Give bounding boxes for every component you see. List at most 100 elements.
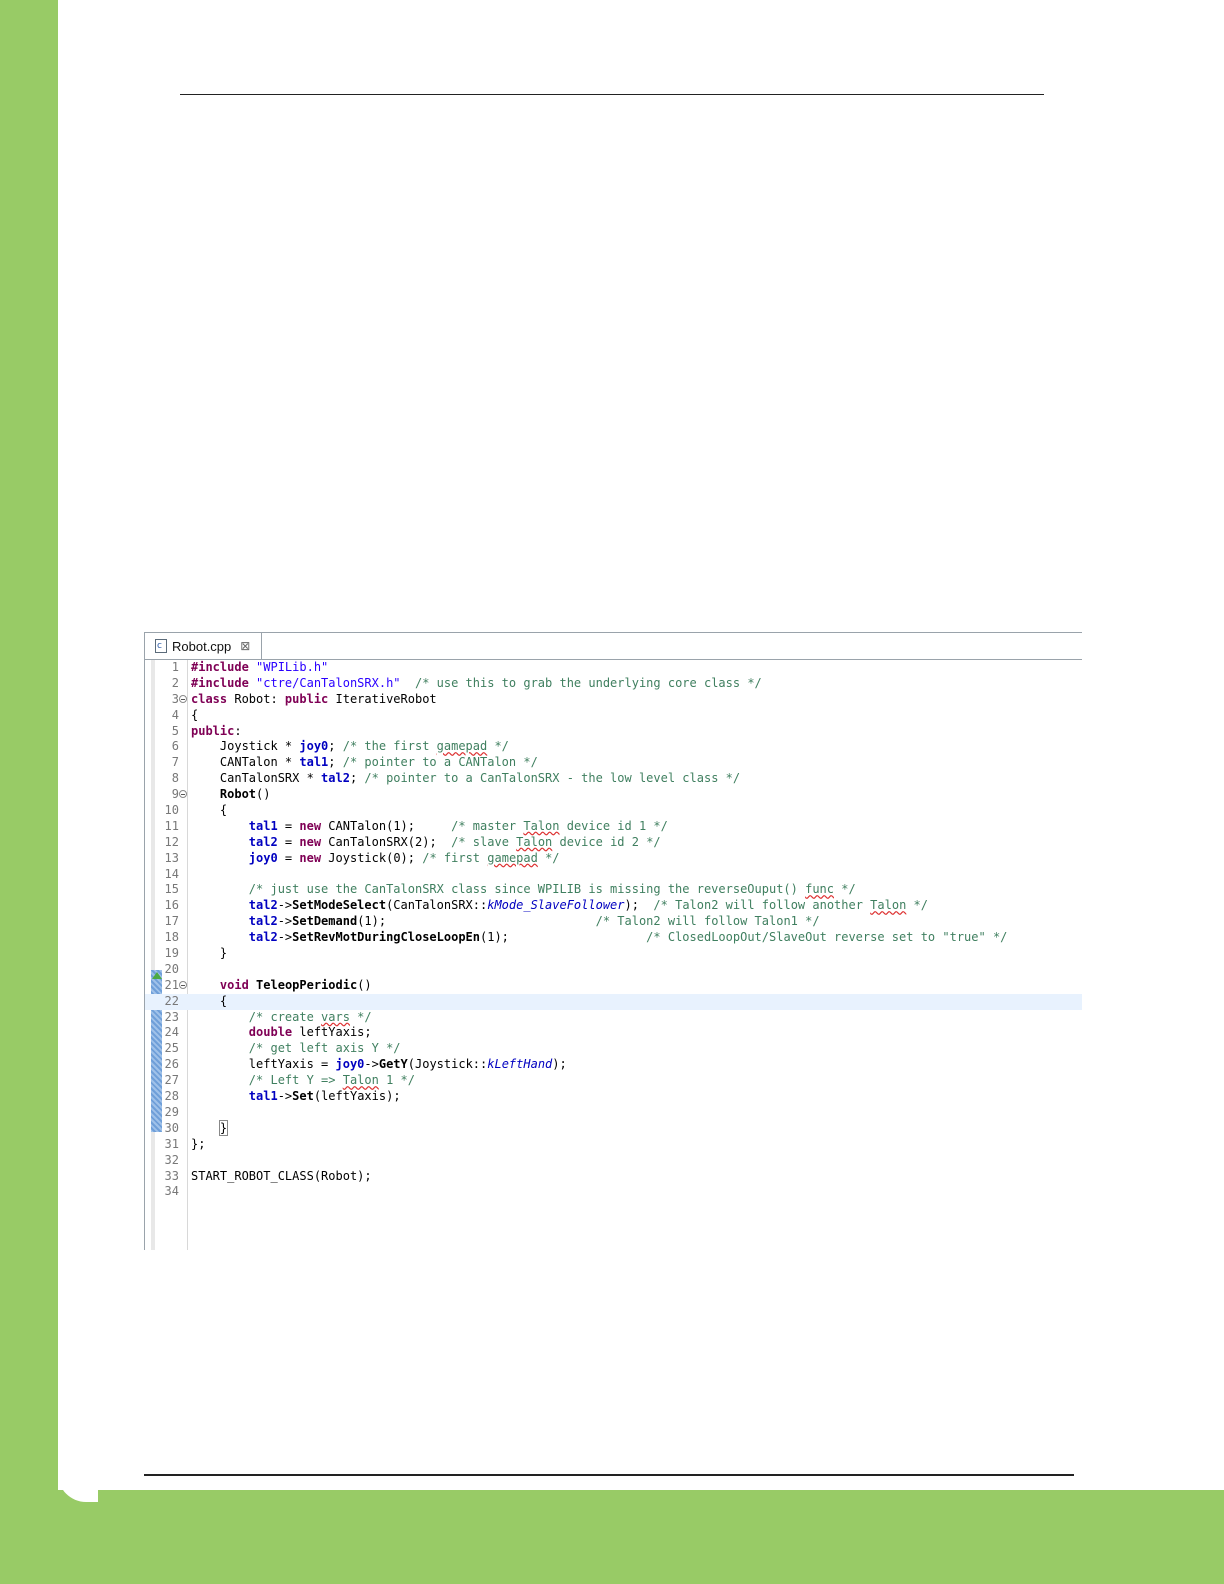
code-line[interactable]: 18 tal2->SetRevMotDuringCloseLoopEn(1); … <box>145 930 1082 946</box>
code-line[interactable]: 20 <box>145 962 1082 978</box>
code-line[interactable]: 26 leftYaxis = joy0->GetY(Joystick::kLef… <box>145 1057 1082 1073</box>
code-token: new <box>299 850 322 865</box>
code-text: CanTalonSRX * tal2; /* pointer to a CanT… <box>191 771 740 787</box>
code-text-area[interactable]: 1 #include "WPILib.h" 2 #include "ctre/CanT… <box>145 660 1082 1200</box>
code-line[interactable]: 29 <box>145 1105 1082 1121</box>
code-token: /* slave <box>451 834 517 849</box>
code-token: ; <box>328 755 343 770</box>
code-token: /* create <box>248 1009 322 1024</box>
line-number: 28 <box>164 1089 179 1104</box>
code-token: { <box>191 993 228 1008</box>
line-number: 6 <box>171 739 179 754</box>
line-number: 34 <box>164 1184 179 1199</box>
fold-collapse-icon[interactable] <box>179 980 187 989</box>
line-number: 31 <box>164 1136 179 1151</box>
code-token: */ <box>834 882 856 897</box>
code-text: /* Left Y => Talon 1 */ <box>191 1073 415 1089</box>
code-line[interactable]: 1 #include "WPILib.h" <box>145 660 1082 676</box>
code-token: #include <box>191 660 249 674</box>
code-token: Talon <box>342 1073 379 1088</box>
line-number: 9 <box>171 787 179 802</box>
code-token: IterativeRobot <box>328 691 437 706</box>
code-token: new <box>299 834 322 849</box>
tab-robot-cpp[interactable]: c Robot.cpp ⊠ <box>147 633 262 659</box>
code-line[interactable]: 5 public: <box>145 724 1082 740</box>
code-text: /* create vars */ <box>191 1010 372 1026</box>
code-token: CanTalonSRX(2); <box>321 834 452 849</box>
code-token: /* Left Y => <box>248 1073 343 1088</box>
code-token: tal2 <box>248 898 278 913</box>
code-text: tal1->Set(leftYaxis); <box>191 1089 401 1105</box>
code-line[interactable]: 15 /* just use the CanTalonSRX class sin… <box>145 882 1082 898</box>
code-token: double <box>248 1025 293 1040</box>
code-token: tal2 <box>248 914 278 929</box>
close-icon[interactable]: ⊠ <box>240 639 250 653</box>
code-line[interactable]: 12 tal2 = new CanTalonSRX(2); /* slave T… <box>145 835 1082 851</box>
code-token: /* pointer to a CanTalonSRX - the low le… <box>364 771 741 786</box>
fold-collapse-icon[interactable] <box>179 790 187 799</box>
code-line[interactable]: 22 { <box>145 993 1082 1010</box>
code-line[interactable]: 7 CANTalon * tal1; /* pointer to a CANTa… <box>145 755 1082 771</box>
footer-rule <box>144 1474 1074 1476</box>
code-line[interactable]: 2 #include "ctre/CanTalonSRX.h" /* use th… <box>145 676 1082 692</box>
code-text: Robot() <box>191 787 271 803</box>
code-text: double leftYaxis; <box>191 1025 372 1041</box>
code-text: tal2->SetRevMotDuringCloseLoopEn(1); /* … <box>191 930 1008 946</box>
code-line[interactable]: 25 /* get left axis Y */ <box>145 1041 1082 1057</box>
code-token: /* just use the CanTalonSRX class since … <box>248 882 806 897</box>
fold-collapse-icon[interactable] <box>179 694 187 703</box>
code-line[interactable]: 21 void TeleopPeriodic() <box>145 978 1082 994</box>
code-line[interactable]: 10 { <box>145 803 1082 819</box>
code-token: /* ClosedLoopOut/SlaveOut reverse set to… <box>646 930 1008 945</box>
code-line[interactable]: 17 tal2->SetDemand(1); /* Talon2 will fo… <box>145 914 1082 930</box>
code-token: tal2 <box>321 771 350 786</box>
line-number: 8 <box>171 771 179 786</box>
code-token: (Joystick:: <box>407 1057 488 1072</box>
code-line[interactable]: 30 } <box>145 1119 1082 1137</box>
code-line[interactable]: 27 /* Left Y => Talon 1 */ <box>145 1073 1082 1089</box>
code-token: func <box>805 882 834 897</box>
line-number: 13 <box>164 850 179 865</box>
code-line[interactable]: 14 <box>145 867 1082 883</box>
code-text: #include "ctre/CanTalonSRX.h" /* use thi… <box>191 676 762 692</box>
code-line[interactable]: 24 double leftYaxis; <box>145 1025 1082 1041</box>
code-line[interactable]: 32 <box>145 1153 1082 1169</box>
code-line[interactable]: 11 tal1 = new CANTalon(1); /* master Tal… <box>145 819 1082 835</box>
code-token: tal1 <box>248 1089 278 1104</box>
code-token: = <box>277 850 300 865</box>
code-line[interactable]: 28 tal1->Set(leftYaxis); <box>145 1089 1082 1105</box>
code-line[interactable]: 13 joy0 = new Joystick(0); /* first game… <box>145 851 1082 867</box>
code-token: (leftYaxis); <box>313 1089 401 1104</box>
code-line[interactable]: 6 Joystick * joy0; /* the first gamepad … <box>145 739 1082 755</box>
code-text: START_ROBOT_CLASS(Robot); <box>191 1169 372 1185</box>
code-line[interactable]: 8 CanTalonSRX * tal2; /* pointer to a Ca… <box>145 771 1082 787</box>
code-line[interactable]: 33 START_ROBOT_CLASS(Robot); <box>145 1169 1082 1185</box>
code-token: () <box>357 977 372 992</box>
code-line[interactable]: 19 } <box>145 946 1082 962</box>
code-token: = <box>277 834 300 849</box>
line-number: 12 <box>164 834 179 849</box>
code-token: /* get left axis Y */ <box>248 1041 401 1056</box>
line-number: 29 <box>164 1104 179 1119</box>
code-line[interactable]: 3 class Robot: public IterativeRobot <box>145 692 1082 708</box>
code-token: ); <box>552 1057 567 1072</box>
code-line[interactable]: 31}; <box>145 1137 1082 1153</box>
line-number: 26 <box>164 1057 179 1072</box>
code-line[interactable]: 9 Robot() <box>145 787 1082 803</box>
code-line[interactable]: 16 tal2->SetModeSelect(CanTalonSRX::kMod… <box>145 898 1082 914</box>
code-line[interactable]: 34 <box>145 1184 1082 1200</box>
line-number: 27 <box>164 1073 179 1088</box>
code-line[interactable]: 23 /* create vars */ <box>145 1010 1082 1026</box>
code-token: Robot: <box>227 691 285 706</box>
line-number: 15 <box>164 882 179 897</box>
line-number: 18 <box>164 930 179 945</box>
line-number: 14 <box>164 866 179 881</box>
code-line[interactable]: 4{ <box>145 708 1082 724</box>
code-token: new <box>299 818 322 833</box>
